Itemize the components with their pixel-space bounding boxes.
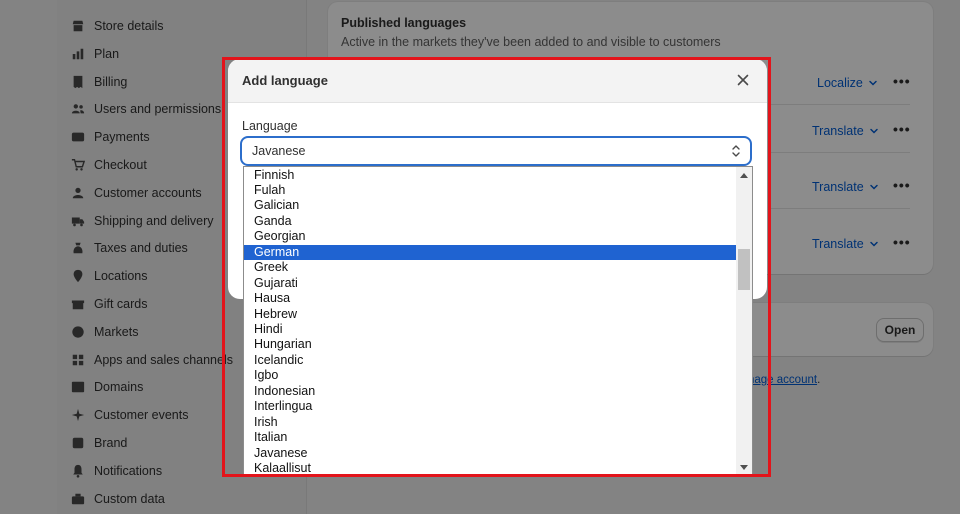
language-option-gujarati[interactable]: Gujarati bbox=[244, 276, 736, 292]
language-option-georgian[interactable]: Georgian bbox=[244, 229, 736, 245]
language-option-hindi[interactable]: Hindi bbox=[244, 322, 736, 338]
language-option-kalaallisut[interactable]: Kalaallisut bbox=[244, 461, 736, 476]
modal-title: Add language bbox=[242, 73, 328, 88]
scroll-thumb[interactable] bbox=[738, 249, 750, 290]
modal-header: Add language bbox=[228, 59, 767, 103]
language-select[interactable]: Javanese bbox=[241, 137, 751, 165]
language-select-value: Javanese bbox=[252, 144, 306, 158]
language-option-german[interactable]: German bbox=[244, 244, 736, 261]
language-option-javanese[interactable]: Javanese bbox=[244, 446, 736, 462]
language-option-icelandic[interactable]: Icelandic bbox=[244, 353, 736, 369]
language-option-irish[interactable]: Irish bbox=[244, 415, 736, 431]
language-field-label: Language bbox=[242, 119, 298, 133]
close-icon[interactable] bbox=[735, 72, 751, 88]
language-option-ganda[interactable]: Ganda bbox=[244, 214, 736, 230]
select-caret-icon bbox=[732, 145, 740, 157]
language-option-indonesian[interactable]: Indonesian bbox=[244, 384, 736, 400]
language-option-finnish[interactable]: Finnish bbox=[244, 168, 736, 184]
language-option-galician[interactable]: Galician bbox=[244, 198, 736, 214]
scroll-up-arrow-icon[interactable] bbox=[740, 173, 748, 178]
language-option-hausa[interactable]: Hausa bbox=[244, 291, 736, 307]
language-option-italian[interactable]: Italian bbox=[244, 430, 736, 446]
language-option-igbo[interactable]: Igbo bbox=[244, 368, 736, 384]
language-dropdown-list[interactable]: Finnish Fulah Galician Ganda Georgian German G… bbox=[243, 166, 753, 477]
scroll-down-arrow-icon[interactable] bbox=[740, 465, 748, 470]
language-option-hungarian[interactable]: Hungarian bbox=[244, 337, 736, 353]
language-option-interlingua[interactable]: Interlingua bbox=[244, 399, 736, 415]
language-option-hebrew[interactable]: Hebrew bbox=[244, 307, 736, 323]
language-option-fulah[interactable]: Fulah bbox=[244, 183, 736, 199]
language-option-greek[interactable]: Greek bbox=[244, 260, 736, 276]
dropdown-scrollbar[interactable] bbox=[736, 167, 752, 476]
